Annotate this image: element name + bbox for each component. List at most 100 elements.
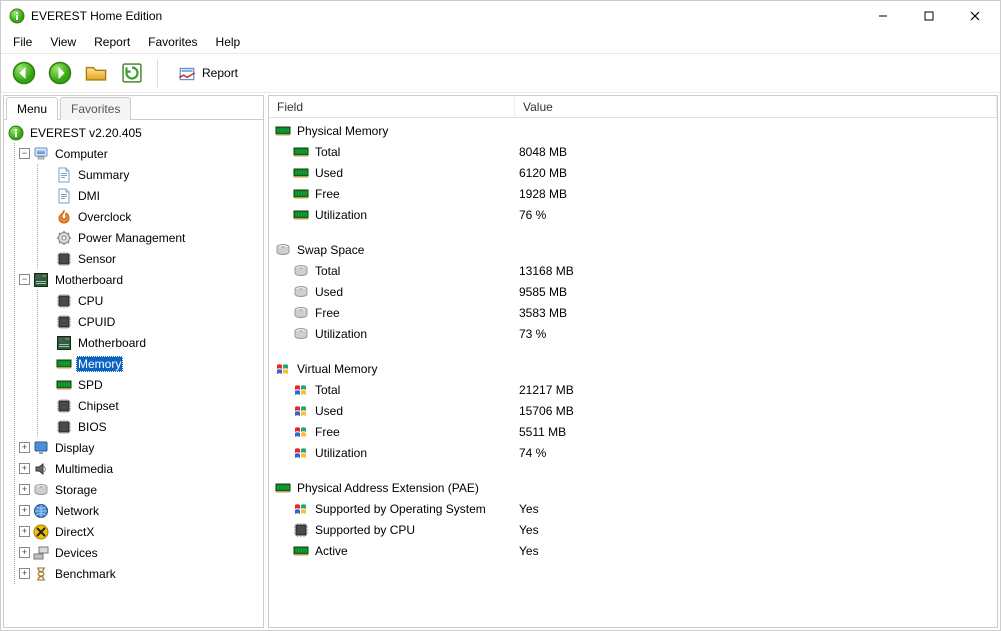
win-icon <box>293 403 309 419</box>
tree-multimedia[interactable]: +Multimedia <box>19 458 259 479</box>
tree-display[interactable]: +Display <box>19 437 259 458</box>
document-icon <box>56 188 72 204</box>
expand-icon[interactable]: + <box>19 442 30 453</box>
expand-icon[interactable]: + <box>19 526 30 537</box>
detail-list[interactable]: Physical MemoryTotal8048 MBUsed6120 MBFr… <box>269 118 997 627</box>
close-button[interactable] <box>952 1 998 31</box>
back-button[interactable] <box>9 58 39 88</box>
collapse-icon[interactable]: − <box>19 148 30 159</box>
detail-row[interactable]: Supported by Operating SystemYes <box>269 498 997 519</box>
menu-view[interactable]: View <box>42 33 84 51</box>
tab-menu[interactable]: Menu <box>6 97 58 120</box>
menu-file[interactable]: File <box>5 33 40 51</box>
menu-favorites[interactable]: Favorites <box>140 33 205 51</box>
ram-icon <box>56 356 72 372</box>
detail-row[interactable]: Utilization76 % <box>269 204 997 225</box>
tree-bios[interactable]: BIOS <box>42 416 259 437</box>
tree-overclock[interactable]: Overclock <box>42 206 259 227</box>
tree-chipset[interactable]: Chipset <box>42 395 259 416</box>
field-label: Utilization <box>313 207 369 223</box>
field-value: 21217 MB <box>515 383 997 397</box>
section-header[interactable]: Swap Space <box>269 239 997 260</box>
tab-favorites[interactable]: Favorites <box>60 97 131 120</box>
section-title: Physical Memory <box>295 123 390 139</box>
expand-icon[interactable]: + <box>19 463 30 474</box>
ram-icon <box>293 186 309 202</box>
tree-root[interactable]: EVEREST v2.20.405 <box>8 122 259 143</box>
expand-icon[interactable]: + <box>19 484 30 495</box>
detail-row[interactable]: Free5511 MB <box>269 421 997 442</box>
monitor-icon <box>33 440 49 456</box>
tree-network[interactable]: +Network <box>19 500 259 521</box>
field-value: 3583 MB <box>515 306 997 320</box>
field-value: Yes <box>515 544 997 558</box>
tree-summary[interactable]: Summary <box>42 164 259 185</box>
computer-icon <box>33 146 49 162</box>
detail-row[interactable]: Free3583 MB <box>269 302 997 323</box>
section-header[interactable]: Virtual Memory <box>269 358 997 379</box>
tree-benchmark[interactable]: +Benchmark <box>19 563 259 584</box>
left-pane: Menu Favorites EVEREST v2.20.405 − Compu… <box>3 95 264 628</box>
report-button[interactable]: Report <box>168 58 247 88</box>
collapse-icon[interactable]: − <box>19 274 30 285</box>
tree-devices[interactable]: +Devices <box>19 542 259 563</box>
menu-report[interactable]: Report <box>86 33 138 51</box>
detail-row[interactable]: Total8048 MB <box>269 141 997 162</box>
field-value: 9585 MB <box>515 285 997 299</box>
tree-computer[interactable]: − Computer <box>19 143 259 164</box>
detail-row[interactable]: Used6120 MB <box>269 162 997 183</box>
field-value: 6120 MB <box>515 166 997 180</box>
detail-row[interactable]: Used15706 MB <box>269 400 997 421</box>
detail-row[interactable]: Utilization73 % <box>269 323 997 344</box>
section-title: Physical Address Extension (PAE) <box>295 480 481 496</box>
right-pane: Field Value Physical MemoryTotal8048 MBU… <box>268 95 998 628</box>
tree-motherboard-item[interactable]: Motherboard <box>42 332 259 353</box>
detail-row[interactable]: Supported by CPUYes <box>269 519 997 540</box>
chip-icon <box>56 251 72 267</box>
tree-motherboard[interactable]: − Motherboard <box>19 269 259 290</box>
tree-power-mgmt[interactable]: Power Management <box>42 227 259 248</box>
minimize-button[interactable] <box>860 1 906 31</box>
ram-icon <box>275 123 291 139</box>
motherboard-icon <box>33 272 49 288</box>
tree-cpu[interactable]: CPU <box>42 290 259 311</box>
ram-icon <box>293 165 309 181</box>
tree-storage[interactable]: +Storage <box>19 479 259 500</box>
column-value[interactable]: Value <box>515 96 997 117</box>
ram-icon <box>275 480 291 496</box>
tree[interactable]: EVEREST v2.20.405 − Computer Summary DMI… <box>4 120 263 627</box>
menu-help[interactable]: Help <box>208 33 249 51</box>
tree-root-label: EVEREST v2.20.405 <box>28 125 144 141</box>
expand-icon[interactable]: + <box>19 505 30 516</box>
tree-sensor[interactable]: Sensor <box>42 248 259 269</box>
section-header[interactable]: Physical Memory <box>269 120 997 141</box>
detail-row[interactable]: Total21217 MB <box>269 379 997 400</box>
tree-cpuid[interactable]: CPUID <box>42 311 259 332</box>
chip-icon <box>56 293 72 309</box>
detail-row[interactable]: ActiveYes <box>269 540 997 561</box>
field-label: Supported by CPU <box>313 522 417 538</box>
detail-row[interactable]: Used9585 MB <box>269 281 997 302</box>
open-folder-button[interactable] <box>81 58 111 88</box>
motherboard-icon <box>56 335 72 351</box>
forward-button[interactable] <box>45 58 75 88</box>
field-value: 15706 MB <box>515 404 997 418</box>
app-icon <box>9 8 25 24</box>
tree-spd[interactable]: SPD <box>42 374 259 395</box>
tree-memory[interactable]: Memory <box>42 353 259 374</box>
tree-directx[interactable]: +DirectX <box>19 521 259 542</box>
section-title: Virtual Memory <box>295 361 379 377</box>
maximize-button[interactable] <box>906 1 952 31</box>
tree-dmi[interactable]: DMI <box>42 185 259 206</box>
expand-icon[interactable]: + <box>19 547 30 558</box>
column-field[interactable]: Field <box>269 96 515 117</box>
section-header[interactable]: Physical Address Extension (PAE) <box>269 477 997 498</box>
win-icon <box>293 424 309 440</box>
detail-row[interactable]: Free1928 MB <box>269 183 997 204</box>
detail-row[interactable]: Total13168 MB <box>269 260 997 281</box>
detail-row[interactable]: Utilization74 % <box>269 442 997 463</box>
expand-icon[interactable]: + <box>19 568 30 579</box>
refresh-button[interactable] <box>117 58 147 88</box>
section-title: Swap Space <box>295 242 366 258</box>
ram-icon <box>56 377 72 393</box>
